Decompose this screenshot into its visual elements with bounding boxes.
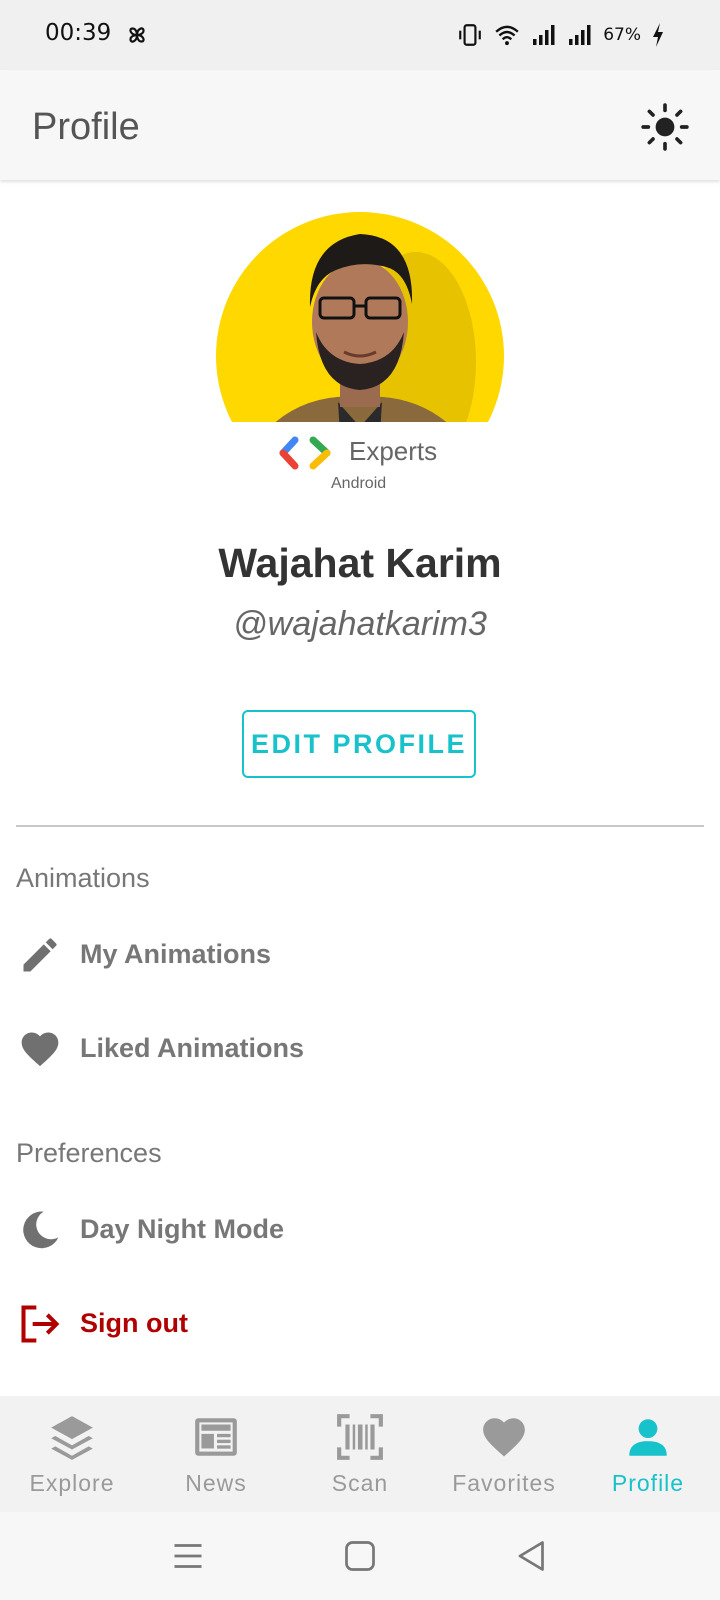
nav-label: Scan (331, 1470, 389, 1496)
menu-item-day-night-mode[interactable]: Day Night Mode (0, 1190, 720, 1270)
user-handle: @wajahatkarim3 (233, 605, 487, 643)
nav-label: Favorites (452, 1470, 556, 1496)
pinwheel-icon (129, 27, 145, 43)
heart-icon (483, 1418, 525, 1457)
badge-experts-text: Experts (349, 436, 438, 466)
menu-item-liked-animations[interactable]: Liked Animations (0, 1009, 720, 1089)
battery-level: 67% (603, 25, 641, 45)
home-icon[interactable] (342, 1538, 378, 1574)
avatar (216, 212, 504, 422)
user-name: Wajahat Karim (218, 540, 502, 586)
section-header-preferences: Preferences (16, 1138, 162, 1168)
menu-item-sign-out[interactable]: Sign out (0, 1284, 720, 1364)
nav-item-profile[interactable]: Profile (576, 1396, 720, 1512)
back-icon[interactable] (514, 1538, 550, 1574)
signal-icon (533, 25, 555, 45)
menu-item-label: Day Night Mode (80, 1214, 285, 1244)
signal-icon-2 (569, 25, 591, 45)
experts-badge: Experts Android (279, 428, 459, 498)
system-navigation-bar (0, 1512, 720, 1600)
pencil-icon (23, 938, 57, 972)
nav-label: Explore (29, 1470, 115, 1496)
nav-label: News (185, 1470, 247, 1496)
heart-icon (21, 1032, 59, 1067)
sign-out-icon (21, 1305, 60, 1343)
edit-profile-button[interactable]: EDIT PROFILE (242, 710, 476, 778)
person-icon (629, 1419, 667, 1456)
sun-icon (641, 103, 689, 151)
menu-icon[interactable] (170, 1538, 206, 1574)
menu-item-label: My Animations (80, 939, 272, 969)
nav-item-favorites[interactable]: Favorites (432, 1396, 576, 1512)
page-title: Profile (32, 106, 140, 148)
charging-icon (653, 23, 663, 47)
menu-item-my-animations[interactable]: My Animations (0, 915, 720, 995)
status-bar: 00:39 67% (0, 0, 720, 70)
wifi-icon (495, 25, 519, 46)
nav-label: Profile (611, 1470, 685, 1496)
layers-icon (51, 1416, 93, 1460)
badge-android-text: Android (331, 475, 387, 492)
vibrate-icon (459, 24, 482, 46)
gde-logo-icon (279, 436, 331, 470)
avatar-portrait (275, 234, 476, 422)
moon-icon (23, 1211, 59, 1249)
barcode-scan-icon (337, 1414, 383, 1460)
newspaper-icon (195, 1418, 237, 1456)
menu-item-label: Sign out (80, 1308, 188, 1338)
status-icons: 67% (457, 18, 665, 52)
avatar-photo (216, 212, 504, 422)
bottom-navigation: Explore News Scan Favorites Profile (0, 1396, 720, 1512)
section-header-animations: Animations (16, 863, 150, 893)
nav-item-scan[interactable]: Scan (288, 1396, 432, 1512)
theme-toggle-button[interactable] (640, 102, 690, 152)
divider (16, 825, 704, 827)
nav-item-news[interactable]: News (144, 1396, 288, 1512)
menu-item-label: Liked Animations (80, 1033, 305, 1063)
nav-item-explore[interactable]: Explore (0, 1396, 144, 1512)
status-time: 00:39 (45, 20, 112, 46)
app-bar: Profile (0, 70, 720, 180)
